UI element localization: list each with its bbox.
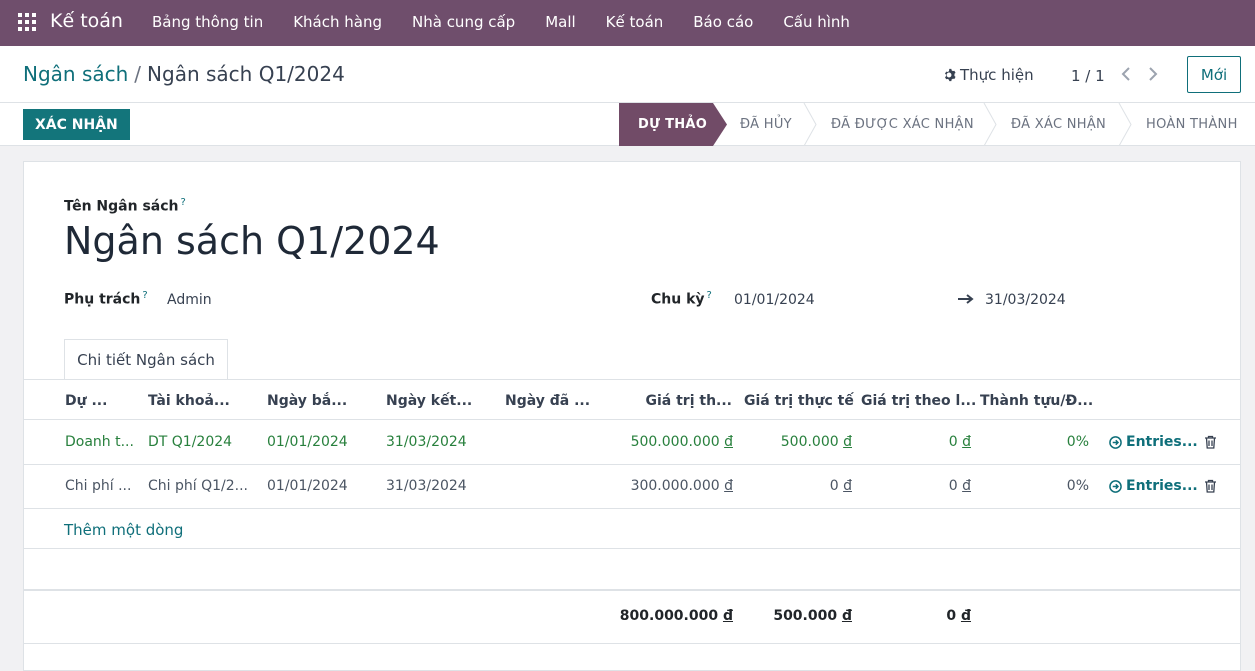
menu-item-accounting[interactable]: Kế toán bbox=[606, 13, 664, 31]
stage-done[interactable]: HOÀN THÀNH bbox=[1146, 103, 1238, 146]
cell: 0% bbox=[1066, 478, 1089, 494]
budget-name-field[interactable]: Ngân sách Q1/2024 bbox=[64, 219, 440, 263]
total-planned: 800.000.000 đ bbox=[619, 608, 733, 624]
cell: 01/01/2024 bbox=[267, 478, 348, 494]
total-actual: 500.000 đ bbox=[773, 608, 852, 624]
responsible-field[interactable]: Admin bbox=[167, 292, 212, 308]
pager-value[interactable]: 1 / 1 bbox=[1071, 67, 1105, 85]
chevron-left-icon[interactable] bbox=[1118, 65, 1134, 83]
entries-button[interactable]: Entries... bbox=[1109, 478, 1198, 494]
stage-divider bbox=[1118, 103, 1132, 146]
app-name[interactable]: Kế toán bbox=[50, 10, 123, 32]
entries-button[interactable]: Entries... bbox=[1109, 434, 1198, 450]
cell: 31/03/2024 bbox=[386, 478, 467, 494]
chevron-right-icon[interactable] bbox=[1145, 65, 1161, 83]
cell: Doanh t... bbox=[65, 434, 134, 450]
action-menu-button[interactable]: Thực hiện bbox=[942, 66, 1034, 84]
breadcrumb-separator: / bbox=[134, 62, 142, 86]
breadcrumb: Ngân sách / Ngân sách Q1/2024 bbox=[23, 62, 345, 86]
help-tooltip-icon[interactable]: ? bbox=[707, 290, 712, 301]
column-header[interactable]: Ngày bắ... bbox=[267, 393, 347, 409]
breadcrumb-current: Ngân sách Q1/2024 bbox=[147, 62, 345, 86]
form-sheet: Tên Ngân sách? Ngân sách Q1/2024 Phụ trá… bbox=[23, 161, 1241, 671]
menu-item-customers[interactable]: Khách hàng bbox=[293, 13, 382, 31]
stage-confirmed[interactable]: ĐÃ XÁC NHẬN bbox=[1011, 103, 1106, 146]
add-line-link[interactable]: Thêm một dòng bbox=[64, 521, 183, 539]
cell: 0% bbox=[1066, 434, 1089, 450]
period-start-field[interactable]: 01/01/2024 bbox=[734, 292, 815, 308]
control-panel: Ngân sách / Ngân sách Q1/2024 Thực hiện 1 … bbox=[0, 46, 1255, 103]
trash-icon[interactable] bbox=[1204, 435, 1217, 449]
cell: Chi phí ... bbox=[65, 478, 132, 494]
stage-divider bbox=[803, 103, 817, 146]
column-header[interactable]: Ngày kết... bbox=[386, 393, 472, 409]
column-header[interactable]: Ngày đã ... bbox=[505, 393, 590, 409]
help-tooltip-icon[interactable]: ? bbox=[142, 290, 147, 301]
menu-item-reports[interactable]: Báo cáo bbox=[693, 13, 753, 31]
column-header[interactable]: Dự ... bbox=[65, 393, 107, 409]
gear-icon bbox=[944, 68, 956, 82]
cell: 300.000.000 đ bbox=[630, 478, 733, 494]
total-theoretical: 0 đ bbox=[946, 608, 971, 624]
cell: 0 đ bbox=[948, 478, 971, 494]
stage-cancelled[interactable]: ĐÃ HỦY bbox=[740, 103, 792, 146]
footer-divider bbox=[24, 589, 1240, 591]
row-divider bbox=[24, 548, 1240, 549]
menu-item-mall[interactable]: Mall bbox=[545, 13, 575, 31]
cell: 0 đ bbox=[948, 434, 971, 450]
column-header[interactable]: Tài khoả... bbox=[148, 393, 230, 409]
new-button[interactable]: Mới bbox=[1187, 56, 1241, 93]
column-header[interactable]: Thành tựu/Đ... bbox=[980, 393, 1093, 409]
trash-icon[interactable] bbox=[1204, 479, 1217, 493]
table-row[interactable]: Chi phí ... Chi phí Q1/2... 01/01/2024 3… bbox=[24, 465, 1240, 509]
stage-draft[interactable]: DỰ THẢO bbox=[619, 103, 727, 146]
arrow-circle-right-icon bbox=[1109, 435, 1122, 449]
cell: DT Q1/2024 bbox=[148, 434, 233, 450]
breadcrumb-parent-link[interactable]: Ngân sách bbox=[23, 62, 128, 86]
column-header[interactable]: Giá trị theo l... bbox=[861, 393, 976, 409]
menu-item-dashboard[interactable]: Bảng thông tin bbox=[152, 13, 263, 31]
help-tooltip-icon[interactable]: ? bbox=[181, 197, 186, 208]
apps-grid-icon[interactable] bbox=[18, 13, 36, 31]
table-row[interactable]: Doanh t... DT Q1/2024 01/01/2024 31/03/2… bbox=[24, 421, 1240, 465]
responsible-label: Phụ trách? bbox=[64, 290, 148, 308]
confirm-button[interactable]: XÁC NHẬN bbox=[23, 109, 130, 140]
cell: 500.000.000 đ bbox=[630, 434, 733, 450]
top-navbar: Kế toán Bảng thông tin Khách hàng Nhà cu… bbox=[0, 0, 1255, 46]
status-bar: XÁC NHẬN DỰ THẢO ĐÃ HỦY ĐÃ ĐƯỢC XÁC NHẬN… bbox=[0, 103, 1255, 146]
footer-divider bbox=[24, 643, 1240, 644]
period-end-field[interactable]: 31/03/2024 bbox=[985, 292, 1066, 308]
main-menu: Bảng thông tin Khách hàng Nhà cung cấp M… bbox=[152, 13, 880, 31]
tab-budget-details[interactable]: Chi tiết Ngân sách bbox=[64, 339, 228, 380]
action-menu-label: Thực hiện bbox=[960, 66, 1034, 84]
stage-divider bbox=[983, 103, 997, 146]
period-label: Chu kỳ? bbox=[651, 290, 712, 308]
stage-been-confirmed[interactable]: ĐÃ ĐƯỢC XÁC NHẬN bbox=[831, 103, 974, 146]
table-header: Dự ... Tài khoả... Ngày bắ... Ngày kết..… bbox=[24, 380, 1240, 420]
budget-name-label: Tên Ngân sách? bbox=[64, 197, 186, 215]
column-header[interactable]: Giá trị th... bbox=[624, 393, 733, 409]
column-header[interactable]: Giá trị thực tế bbox=[744, 393, 854, 409]
cell: 31/03/2024 bbox=[386, 434, 467, 450]
menu-item-configuration[interactable]: Cấu hình bbox=[783, 13, 850, 31]
cell: 01/01/2024 bbox=[267, 434, 348, 450]
cell: 0 đ bbox=[829, 478, 852, 494]
arrow-circle-right-icon bbox=[1109, 479, 1122, 493]
arrow-right-icon bbox=[958, 294, 974, 304]
cell: 500.000 đ bbox=[780, 434, 852, 450]
menu-item-vendors[interactable]: Nhà cung cấp bbox=[412, 13, 515, 31]
cell: Chi phí Q1/2... bbox=[148, 478, 248, 494]
